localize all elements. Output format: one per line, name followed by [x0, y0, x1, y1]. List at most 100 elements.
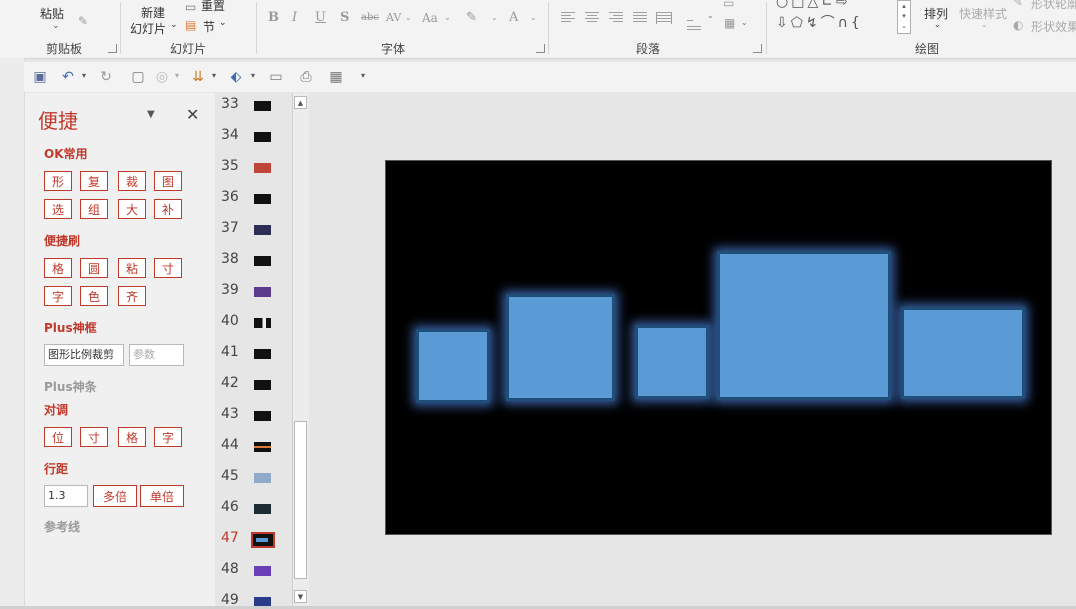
scrollbar-thumb[interactable] — [294, 421, 307, 579]
format-painter-icon[interactable]: ✎ — [78, 14, 88, 28]
distributed-icon[interactable] — [656, 12, 672, 24]
save-icon[interactable]: ▣ — [32, 69, 48, 85]
thumbnail-row[interactable]: 37 — [216, 219, 292, 250]
thumbnail-row[interactable]: 39 — [216, 281, 292, 312]
new-slide-dropdown-icon[interactable]: ⌄ — [170, 20, 178, 30]
align-button-size[interactable]: 寸 — [80, 427, 108, 447]
columns-dropdown-icon[interactable]: ⌄ — [707, 11, 714, 20]
paste-button[interactable]: 粘贴 — [40, 5, 64, 22]
highlight-dropdown-icon[interactable]: ⌄ — [491, 13, 498, 22]
align-button-text[interactable]: 字 — [154, 427, 182, 447]
painter-dropdown-icon[interactable]: ▾ — [212, 71, 216, 80]
slide-thumbnail[interactable] — [254, 566, 271, 576]
thumbnail-row[interactable]: 36 — [216, 188, 292, 219]
brush-button-text[interactable]: 字 — [44, 286, 72, 306]
font-launcher-icon[interactable] — [536, 44, 545, 53]
justify-icon[interactable] — [633, 12, 647, 24]
brush-button-format[interactable]: 格 — [44, 258, 72, 278]
clipboard-launcher-icon[interactable] — [108, 44, 117, 53]
slide-thumbnail[interactable] — [254, 504, 271, 514]
character-spacing-button[interactable]: AV — [386, 11, 401, 24]
brush-button-size[interactable]: 寸 — [154, 258, 182, 278]
shape-gallery-row2[interactable]: ⇩⬠↯⌒∩{ — [776, 12, 863, 32]
blue-square-5[interactable] — [901, 307, 1025, 399]
thumbnail-row[interactable]: 42 — [216, 374, 292, 405]
shapes-icon[interactable]: ◎ — [154, 69, 170, 85]
ok-button-fill[interactable]: 补 — [154, 199, 182, 219]
line-spacing-input[interactable]: 1.3 — [44, 485, 88, 507]
section-guides[interactable]: 参考线 — [44, 518, 80, 535]
shape-gallery-scroll[interactable]: ▴ ▾ ⌄ — [897, 0, 911, 34]
blue-square-2[interactable] — [506, 294, 615, 401]
shadow-button[interactable]: S — [340, 10, 349, 25]
slide-thumbnail-selected[interactable] — [251, 532, 275, 548]
scroll-up-icon[interactable]: ▲ — [294, 96, 307, 109]
ok-button-group[interactable]: 组 — [80, 199, 108, 219]
slide-thumbnail[interactable] — [254, 380, 271, 390]
slide-thumbnail[interactable] — [254, 442, 271, 452]
font-color-dropdown-icon[interactable]: ⌄ — [530, 13, 537, 22]
blue-square-3[interactable] — [635, 325, 709, 399]
select-dropdown-icon[interactable]: ▾ — [251, 71, 255, 80]
thumbnail-row[interactable]: 44 — [216, 436, 292, 467]
slide-thumbnail[interactable] — [254, 318, 271, 328]
text-direction-icon[interactable]: ▭ — [723, 0, 734, 10]
ok-button-size[interactable]: 大 — [118, 199, 146, 219]
underline-button[interactable]: U — [315, 10, 326, 25]
change-case-button[interactable]: Aa — [422, 11, 438, 25]
redo-icon[interactable]: ↻ — [98, 69, 114, 85]
align-right-icon[interactable] — [609, 12, 623, 24]
slide-canvas[interactable] — [385, 160, 1052, 535]
paragraph-launcher-icon[interactable] — [753, 44, 762, 53]
blue-square-4[interactable] — [717, 251, 891, 400]
align-center-icon[interactable] — [585, 12, 599, 24]
align-text-dropdown-icon[interactable]: ⌄ — [741, 18, 748, 27]
paste-dropdown-icon[interactable]: ⌄ — [52, 21, 60, 31]
italic-button[interactable]: I — [292, 10, 297, 25]
slide-thumbnail[interactable] — [254, 287, 271, 297]
undo-dropdown-icon[interactable]: ▾ — [82, 71, 86, 80]
scroll-down-icon[interactable]: ▼ — [294, 590, 307, 603]
thumbnail-row[interactable]: 34 — [216, 126, 292, 157]
grid-icon[interactable]: ▦ — [328, 69, 344, 85]
ok-button-image[interactable]: 图 — [154, 171, 182, 191]
columns-icon[interactable] — [687, 12, 701, 30]
single-spacing-button[interactable]: 单倍 — [140, 485, 184, 507]
brush-button-paste[interactable]: 粘 — [118, 258, 146, 278]
customize-icon[interactable]: ▾ — [361, 71, 365, 80]
highlight-icon[interactable]: ✎ — [466, 10, 477, 25]
thumbnail-row[interactable]: 41 — [216, 343, 292, 374]
shapes-dropdown-icon[interactable]: ▾ — [175, 71, 179, 80]
thumbnail-row[interactable]: 48 — [216, 560, 292, 591]
slide-thumbnail[interactable] — [254, 194, 271, 204]
slide-thumbnail[interactable] — [254, 225, 271, 235]
slide-thumbnail[interactable] — [254, 101, 271, 111]
quick-styles-dropdown-icon[interactable]: ⌄ — [981, 20, 988, 29]
ok-button-crop[interactable]: 裁 — [118, 171, 146, 191]
align-button-position[interactable]: 位 — [44, 427, 72, 447]
blue-square-1[interactable] — [416, 329, 490, 403]
thumbnail-row[interactable]: 35 — [216, 157, 292, 188]
slide-thumbnail[interactable] — [254, 256, 271, 266]
align-left-icon[interactable] — [561, 12, 575, 24]
brush-button-round[interactable]: 圆 — [80, 258, 108, 278]
brush-button-align[interactable]: 齐 — [118, 286, 146, 306]
new-slide-label-line2[interactable]: 幻灯片 — [130, 20, 166, 37]
section-dropdown-icon[interactable]: ⌄ — [219, 18, 227, 28]
reset-button[interactable]: 重置 — [201, 0, 225, 14]
crop-ratio-field[interactable]: 图形比例裁剪 — [44, 344, 124, 366]
slide-thumbnail[interactable] — [254, 473, 271, 483]
format-painter-icon[interactable]: ⇊ — [190, 69, 206, 85]
align-button-format[interactable]: 格 — [118, 427, 146, 447]
ok-button-select[interactable]: 选 — [44, 199, 72, 219]
ok-button-shape[interactable]: 形 — [44, 171, 72, 191]
spacing-dropdown-icon[interactable]: ⌄ — [405, 13, 412, 22]
arrange-dropdown-icon[interactable]: ⌄ — [934, 20, 941, 29]
shape-effects-button[interactable]: 形状效果 — [1031, 18, 1076, 35]
font-color-button[interactable]: A — [509, 10, 518, 25]
case-dropdown-icon[interactable]: ⌄ — [444, 13, 451, 22]
thumbnail-row[interactable]: 33 — [216, 95, 292, 126]
param-input[interactable]: 参数 — [129, 344, 184, 366]
section-button[interactable]: 节 — [203, 18, 215, 35]
textbox-icon[interactable]: ▭ — [268, 69, 284, 85]
